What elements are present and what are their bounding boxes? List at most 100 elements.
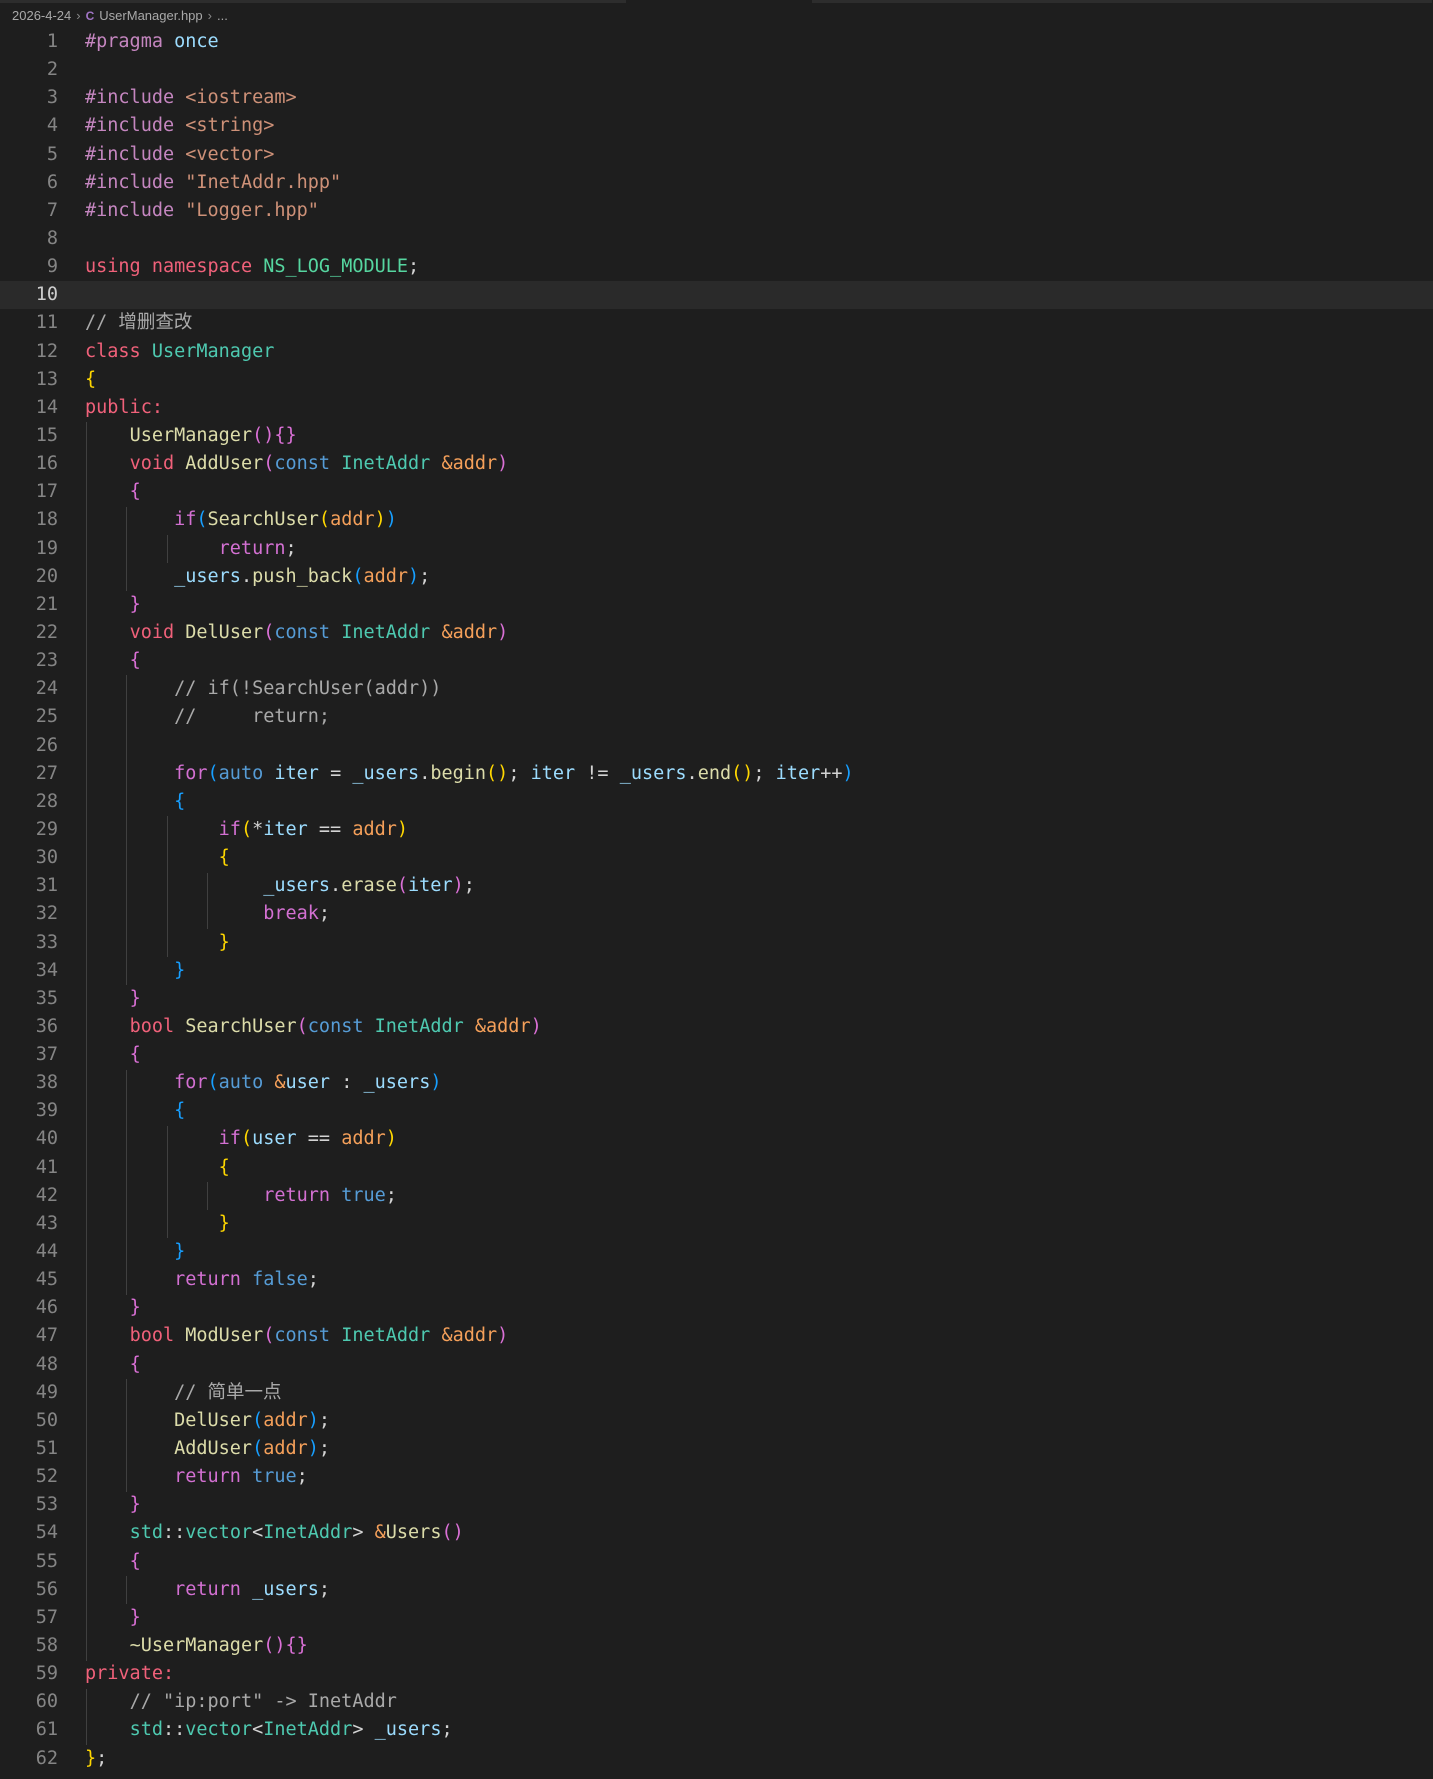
code-line[interactable]: 55 { [0,1548,1433,1576]
code-line[interactable]: 54 std::vector<InetAddr> &Users() [0,1519,1433,1547]
code-line[interactable]: 5 #include <vector> [0,141,1433,169]
indent-guide [86,422,87,1661]
code-line[interactable]: 25 // return; [0,703,1433,731]
code-line[interactable]: 28 { [0,788,1433,816]
code-line[interactable]: 47 bool ModUser(const InetAddr &addr) [0,1322,1433,1350]
code-line[interactable]: 44 } [0,1238,1433,1266]
code-line[interactable]: 9 using namespace NS_LOG_MODULE; [0,253,1433,281]
code-line[interactable]: 11 // 增删查改 [0,309,1433,337]
code-line[interactable]: 42 return true; [0,1182,1433,1210]
code-editor[interactable]: 1 #pragma once 2 3 #include <iostream> 4 #incl… [0,28,1433,1773]
code-line[interactable]: 2 [0,56,1433,84]
code-text: // return; [174,706,331,728]
code-line[interactable]: 48 { [0,1351,1433,1379]
code-line[interactable]: 21 } [0,591,1433,619]
code-line[interactable]: 45 return false; [0,1266,1433,1294]
code-line[interactable]: 57 } [0,1604,1433,1632]
line-number: 31 [35,875,58,897]
code-line[interactable]: 6 #include "InetAddr.hpp" [0,169,1433,197]
code-line[interactable]: 26 [0,732,1433,760]
code-line[interactable]: 60 // "ip:port" -> InetAddr [0,1688,1433,1716]
code-line[interactable]: 32 break; [0,900,1433,928]
code-line[interactable]: 14 public: [0,394,1433,422]
breadcrumb-symbol[interactable]: ... [217,8,228,23]
code-line[interactable]: 33 } [0,929,1433,957]
breadcrumb-file[interactable]: UserManager.hpp [99,8,202,23]
code-line[interactable]: 1 #pragma once [0,28,1433,56]
code-line[interactable]: 12 class UserManager [0,338,1433,366]
line-number: 2 [46,59,58,81]
line-number: 46 [35,1297,58,1319]
code-line[interactable]: 59 private: [0,1660,1433,1688]
indent-guide [166,816,168,957]
code-line[interactable]: 3 #include <iostream> [0,84,1433,112]
code-line[interactable]: 16 void AddUser(const InetAddr &addr) [0,450,1433,478]
code-text: { [129,1353,141,1375]
code-line[interactable]: 36 bool SearchUser(const InetAddr &addr) [0,1013,1433,1041]
code-line[interactable]: 53 } [0,1491,1433,1519]
code-line[interactable]: 46 } [0,1294,1433,1322]
code-line[interactable]: 56 return _users; [0,1576,1433,1604]
code-text: #include "Logger.hpp" [85,199,319,221]
code-line[interactable]: 34 } [0,957,1433,985]
line-number: 56 [35,1578,58,1600]
code-line[interactable]: 8 [0,225,1433,253]
code-line[interactable]: 29 if(*iter == addr) [0,816,1433,844]
line-number: 22 [35,621,58,643]
code-line[interactable]: 18 if(SearchUser(addr)) [0,506,1433,534]
code-line[interactable]: 39 { [0,1097,1433,1125]
code-text: #include "InetAddr.hpp" [85,171,342,193]
code-line[interactable]: 37 { [0,1041,1433,1069]
line-number: 7 [46,199,58,221]
code-text: return true; [263,1184,397,1206]
code-line[interactable]: 17 { [0,478,1433,506]
line-number: 21 [35,593,58,615]
code-line[interactable]: 40 if(user == addr) [0,1125,1433,1153]
code-text: return _users; [174,1578,331,1600]
code-line[interactable]: 62}; [0,1745,1433,1773]
line-number: 32 [35,903,58,925]
code-text: } [218,931,230,953]
line-number: 39 [35,1100,58,1122]
code-line[interactable]: 10 [0,281,1433,310]
line-number: 23 [35,650,58,672]
indent-guide [86,1688,87,1746]
code-line[interactable]: 27 for(auto iter = _users.begin(); iter … [0,760,1433,788]
code-line[interactable]: 24 // if(!SearchUser(addr)) [0,675,1433,703]
breadcrumb-folder[interactable]: 2026-4-24 [12,8,71,23]
code-line[interactable]: 23 { [0,647,1433,675]
line-number: 35 [35,987,58,1009]
code-line[interactable]: 20 _users.push_back(addr); [0,563,1433,591]
code-line[interactable]: 52 return true; [0,1463,1433,1491]
code-line[interactable]: 19 return; [0,535,1433,563]
line-number: 47 [35,1325,58,1347]
code-text: if(*iter == addr) [218,818,409,840]
code-text: #pragma once [85,31,219,52]
code-text: void AddUser(const InetAddr &addr) [129,453,509,475]
code-line[interactable]: 7 #include "Logger.hpp" [0,197,1433,225]
code-line[interactable]: 31 _users.erase(iter); [0,872,1433,900]
code-line[interactable]: 61 std::vector<InetAddr> _users; [0,1716,1433,1744]
line-number: 15 [35,424,58,446]
code-text: using namespace NS_LOG_MODULE; [85,256,420,278]
code-line[interactable]: 49 // 简单一点 [0,1379,1433,1407]
code-line[interactable]: 22 void DelUser(const InetAddr &addr) [0,619,1433,647]
code-text: }; [85,1747,108,1769]
code-line[interactable]: 51 AddUser(addr); [0,1435,1433,1463]
code-text: } [129,1494,141,1516]
code-line[interactable]: 58 ~UserManager(){} [0,1632,1433,1660]
code-line[interactable]: 35 } [0,985,1433,1013]
code-line[interactable]: 50 DelUser(addr); [0,1407,1433,1435]
code-line[interactable]: 13 { [0,366,1433,394]
line-number: 16 [35,453,58,475]
code-text: private: [85,1663,175,1685]
line-number: 54 [35,1522,58,1544]
code-line[interactable]: 30 { [0,844,1433,872]
code-line[interactable]: 15 UserManager(){} [0,422,1433,450]
code-line[interactable]: 41 { [0,1154,1433,1182]
code-line[interactable]: 4 #include <string> [0,112,1433,140]
code-line[interactable]: 43 } [0,1210,1433,1238]
code-line[interactable]: 38 for(auto &user : _users) [0,1069,1433,1097]
line-number: 38 [35,1072,58,1094]
line-number: 9 [46,256,58,278]
